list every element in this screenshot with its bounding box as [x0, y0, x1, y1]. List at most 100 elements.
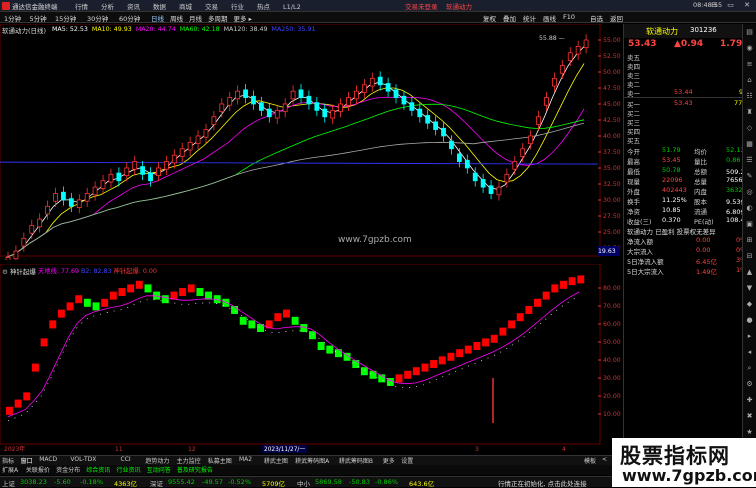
side-tool-icon[interactable]: ☰	[743, 152, 756, 168]
period-1[interactable]: 5分钟	[30, 13, 47, 23]
period-5[interactable]: 日线	[151, 13, 164, 23]
menu-item-7[interactable]: 热点	[257, 3, 270, 11]
indicator-gear-icon[interactable]: ⚙	[2, 268, 8, 276]
login-status[interactable]: 交易未登录	[405, 1, 438, 11]
tab-3[interactable]: VOL-TDX	[70, 456, 96, 463]
indicator-bar	[118, 288, 126, 296]
candle	[45, 205, 50, 215]
ext-tab-3[interactable]: 综合资讯	[86, 465, 110, 474]
side-tool-icon[interactable]: ✎	[743, 168, 756, 184]
candle	[433, 121, 439, 130]
period-8[interactable]: 多周期	[208, 13, 228, 23]
toolbar-right-1[interactable]: 叠加	[503, 13, 516, 23]
side-tool-icon[interactable]: ●	[743, 312, 756, 328]
side-tool-icon[interactable]: ◎	[743, 184, 756, 200]
menu-item-2[interactable]: 资讯	[127, 3, 140, 11]
side-tool-icon[interactable]: ◆	[743, 296, 756, 312]
menu-item-3[interactable]: 数据	[153, 3, 166, 11]
side-tool-icon[interactable]: ⚙	[743, 376, 756, 392]
stat-value: 50.78	[662, 166, 681, 174]
tab-right-0[interactable]: 模板	[584, 456, 596, 465]
menu-item-8[interactable]: L1/L2	[283, 3, 301, 11]
toolbar-right-6[interactable]: 返回	[610, 13, 623, 23]
indicator-bar	[430, 360, 438, 368]
toolbar-right-0[interactable]: 复权	[483, 13, 496, 23]
side-tool-icon[interactable]: ◐	[743, 200, 756, 216]
index-change-zx: -50.83	[349, 478, 370, 486]
candle	[219, 103, 225, 113]
side-tool-icon[interactable]: ◇	[743, 120, 756, 136]
ext-tab-1[interactable]: 关联报价	[26, 465, 50, 474]
indicator-sub-0: 天地线: 77.69	[38, 268, 82, 275]
menu-item-5[interactable]: 交易	[205, 3, 218, 11]
side-tool-icon[interactable]: ▦	[743, 136, 756, 152]
side-tool-icon[interactable]: ▼	[743, 280, 756, 296]
side-tool-icon[interactable]: ▸	[743, 328, 756, 344]
candle	[187, 141, 193, 151]
side-tool-icon[interactable]: ⊟	[743, 248, 756, 264]
tab-2[interactable]: MACD	[39, 456, 57, 463]
menu-item-0[interactable]: 行情	[75, 3, 88, 11]
side-tool-icon[interactable]: ▲	[743, 264, 756, 280]
side-tool-icon[interactable]: ✖	[743, 408, 756, 424]
side-tool-icon[interactable]: ⌂	[743, 72, 756, 88]
flow-value: 1.49亿	[696, 268, 717, 276]
ext-tab-5[interactable]: 互动问答	[147, 465, 171, 474]
tab-12[interactable]: 更多	[383, 456, 395, 465]
side-tool-icon[interactable]: ≡	[743, 56, 756, 72]
period-7[interactable]: 月线	[189, 13, 202, 23]
candlestick-chart[interactable]: 55.00 52.50 50.00 47.50 45.00 42.50 40.00 37.50…	[0, 24, 623, 260]
menu-item-6[interactable]: 行业	[231, 3, 244, 11]
side-tool-icon[interactable]: ◉	[743, 40, 756, 56]
toolbar-right-5[interactable]: 自选	[590, 13, 603, 23]
tab-9[interactable]: 耕武主图	[264, 456, 288, 465]
menu-item-4[interactable]: 商城	[179, 3, 192, 11]
toolbar-right-4[interactable]: F10	[563, 13, 575, 21]
quote-panel: 软通动力 301236 53.43 ▲0.94 1.79% 卖五 卖四 卖三 卖二 卖一 53.44…	[623, 24, 756, 468]
ext-tab-0[interactable]: 扩展A	[2, 465, 18, 474]
tab-10[interactable]: 耕武筹码图A	[295, 456, 329, 465]
ext-tab-4[interactable]: 行业资讯	[117, 465, 141, 474]
side-tool-icon[interactable]: ◂	[743, 344, 756, 360]
period-0[interactable]: 1分钟	[4, 13, 21, 23]
indicator-sub-1: B2: 82.83	[81, 268, 114, 275]
toolbar-right-2[interactable]: 统计	[523, 13, 536, 23]
indicator-chart[interactable]: 80.00 70.00 60.00 50.00 40.00 30.00 20.00 10.00…	[0, 264, 623, 454]
ext-tab-6[interactable]: 普及研究报告	[177, 465, 213, 474]
period-2[interactable]: 15分钟	[55, 13, 76, 23]
period-9[interactable]: 更多 ▸	[234, 13, 252, 23]
tab-right-1[interactable]: <	[602, 456, 607, 463]
window-controls[interactable]: ⊟ ▭ ✕	[711, 1, 754, 9]
period-3[interactable]: 30分钟	[87, 13, 108, 23]
period-6[interactable]: 周线	[170, 13, 183, 23]
side-tool-icon[interactable]: ▤	[743, 24, 756, 40]
tab-7[interactable]: 私募主图	[208, 456, 232, 465]
side-tool-icon[interactable]: ▣	[743, 216, 756, 232]
ext-tab-2[interactable]: 资金分布	[56, 465, 80, 474]
side-tool-icon[interactable]: ☷	[743, 88, 756, 104]
tab-5[interactable]: 趋势动力	[145, 456, 169, 465]
side-tool-icon[interactable]: ✚	[743, 392, 756, 408]
candle	[68, 198, 74, 207]
indicator-bar	[334, 349, 342, 358]
index-value-sh: 3038.23	[20, 478, 47, 486]
candle	[266, 108, 272, 118]
toolbar-right-3[interactable]: 画线	[543, 13, 556, 23]
candle	[203, 129, 209, 138]
tab-8[interactable]: MA2	[239, 456, 252, 463]
menu-item-1[interactable]: 分析	[101, 3, 114, 11]
tab-11[interactable]: 耕武筹码图B	[339, 456, 373, 465]
y-tick: 40.00	[603, 133, 621, 140]
tab-6[interactable]: 主力监控	[177, 456, 201, 465]
tab-4[interactable]: CCI	[121, 456, 131, 463]
side-tool-icon[interactable]: ⊞	[743, 232, 756, 248]
tab-0[interactable]: 指标	[2, 456, 14, 465]
period-4[interactable]: 60分钟	[119, 13, 140, 23]
side-tool-icon[interactable]: ⌕	[743, 360, 756, 376]
indicator-bar	[577, 275, 585, 284]
tab-13[interactable]: 设置	[401, 456, 413, 465]
stock-name-link[interactable]: 软通动力	[446, 1, 472, 11]
side-tool-icon[interactable]: ♜	[743, 104, 756, 120]
candle	[211, 116, 217, 125]
tab-1[interactable]: 窗口	[21, 456, 33, 465]
